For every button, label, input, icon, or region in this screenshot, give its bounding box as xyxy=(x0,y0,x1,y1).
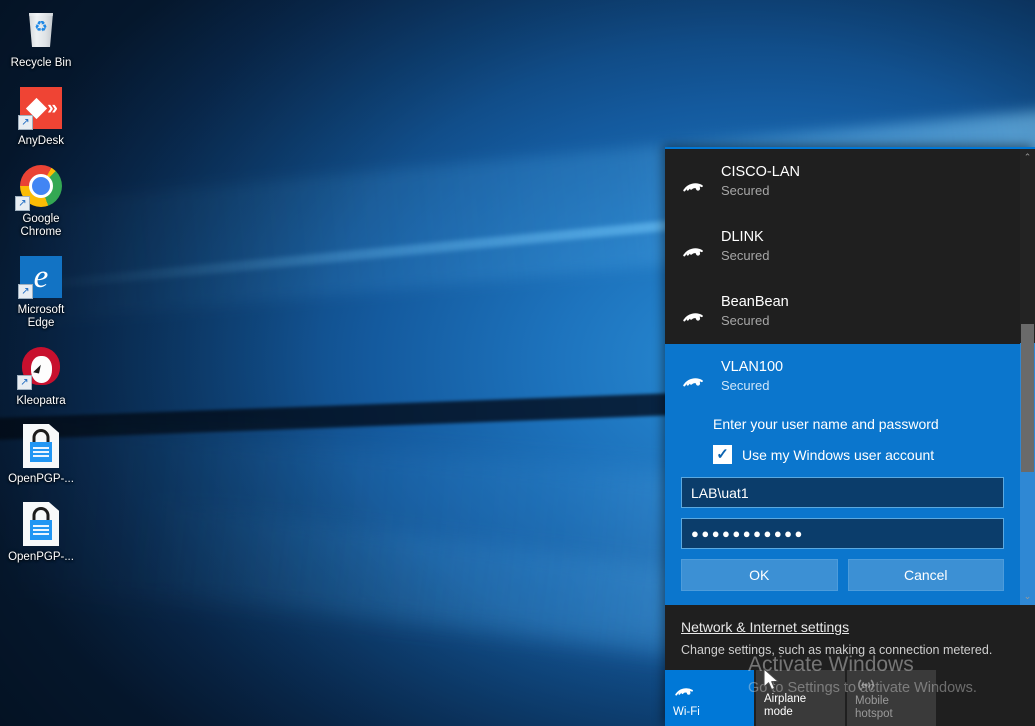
desktop-icon-anydesk[interactable]: » ↗ AnyDesk xyxy=(0,84,82,148)
openpgp-file-icon xyxy=(17,500,65,548)
quick-tile-label: Wi-Fi xyxy=(673,706,700,718)
network-item-cisco-lan[interactable]: CISCO-LAN Secured xyxy=(665,149,1020,214)
network-name: BeanBean xyxy=(721,294,789,310)
network-name: VLAN100 xyxy=(721,359,784,375)
network-status: Secured xyxy=(721,248,770,263)
ok-button[interactable]: OK xyxy=(681,559,838,591)
quick-tile-wifi[interactable]: Wi-Fi xyxy=(665,670,754,726)
network-item-dlink[interactable]: DLINK Secured xyxy=(665,214,1020,279)
desktop-icon-label: Kleopatra xyxy=(16,395,66,407)
desktop-icon-column: ♻ Recycle Bin » ↗ AnyDesk ↗ Google Chrom… xyxy=(0,6,82,578)
wifi-icon xyxy=(681,171,707,193)
scroll-up-icon[interactable]: ⌃ xyxy=(1020,149,1035,166)
network-item-vlan100-selected[interactable]: VLAN100 Secured Enter your user name and… xyxy=(665,344,1020,605)
use-windows-account-label: Use my Windows user account xyxy=(742,446,935,463)
network-internet-settings-description: Change settings, such as making a connec… xyxy=(681,643,993,657)
hotspot-icon xyxy=(855,677,928,695)
cancel-button[interactable]: Cancel xyxy=(847,559,1004,591)
network-list: CISCO-LAN Secured DLINK Secured BeanBean… xyxy=(665,149,1020,605)
network-name: CISCO-LAN xyxy=(721,164,800,180)
network-status: Secured xyxy=(721,378,770,393)
wifi-icon xyxy=(673,677,746,697)
shortcut-arrow-icon: ↗ xyxy=(18,115,33,130)
desktop-icon-google-chrome[interactable]: ↗ Google Chrome xyxy=(0,162,82,239)
network-scroll-area: CISCO-LAN Secured DLINK Secured BeanBean… xyxy=(665,149,1035,605)
flyout-footer: Network & Internet settings Change setti… xyxy=(665,605,1035,726)
desktop-icon-label: Microsoft Edge xyxy=(17,304,65,329)
password-input[interactable] xyxy=(681,518,1004,549)
google-chrome-icon: ↗ xyxy=(15,162,65,211)
desktop-icon-label: AnyDesk xyxy=(17,135,65,147)
kleopatra-icon: ↗ xyxy=(17,344,65,392)
network-flyout-panel: CISCO-LAN Secured DLINK Secured BeanBean… xyxy=(665,147,1035,726)
quick-tile-mobile-hotspot[interactable]: Mobile hotspot xyxy=(847,670,936,726)
credentials-form: Enter your user name and password ✓ Use … xyxy=(665,409,1020,591)
desktop-icon-kleopatra[interactable]: ↗ Kleopatra xyxy=(0,344,82,408)
airplane-icon xyxy=(764,677,837,693)
openpgp-file-icon xyxy=(17,422,65,470)
desktop-icon-openpgp-1[interactable]: OpenPGP-... xyxy=(0,422,82,486)
desktop-icon-label: OpenPGP-... xyxy=(8,473,74,485)
scrollbar-thumb[interactable] xyxy=(1021,324,1034,472)
credentials-button-row: OK Cancel xyxy=(681,559,1004,591)
quick-action-tiles: Wi-Fi Airplane mode Mobile hotspot xyxy=(665,670,936,726)
shortcut-arrow-icon: ↗ xyxy=(18,284,33,299)
credentials-prompt: Enter your user name and password xyxy=(713,416,939,432)
use-windows-account-checkbox[interactable]: ✓ xyxy=(713,445,732,464)
wifi-icon xyxy=(681,301,707,323)
quick-tile-airplane-mode[interactable]: Airplane mode xyxy=(756,670,845,726)
wifi-icon xyxy=(681,236,707,258)
scroll-down-icon[interactable]: ⌄ xyxy=(1020,588,1035,605)
network-item-beanbean[interactable]: BeanBean Secured xyxy=(665,279,1020,344)
username-input[interactable] xyxy=(681,477,1004,508)
desktop-icon-microsoft-edge[interactable]: e ↗ Microsoft Edge xyxy=(0,253,82,330)
shortcut-arrow-icon: ↗ xyxy=(17,375,32,390)
desktop-icon-label: Google Chrome xyxy=(20,213,62,238)
network-status: Secured xyxy=(721,183,770,198)
quick-tile-label: Airplane mode xyxy=(764,693,807,718)
desktop-icon-label: OpenPGP-... xyxy=(8,551,74,563)
wifi-icon xyxy=(681,366,707,388)
anydesk-icon: » ↗ xyxy=(17,84,65,132)
desktop-icon-label: Recycle Bin xyxy=(10,57,72,69)
microsoft-edge-icon: e ↗ xyxy=(17,253,65,301)
shortcut-arrow-icon: ↗ xyxy=(15,196,30,211)
network-status: Secured xyxy=(721,313,770,328)
selected-network-header: VLAN100 Secured xyxy=(665,344,1020,409)
network-internet-settings-link[interactable]: Network & Internet settings xyxy=(681,619,849,635)
desktop: ♻ Recycle Bin » ↗ AnyDesk ↗ Google Chrom… xyxy=(0,0,1035,726)
checkmark-icon: ✓ xyxy=(716,446,729,463)
recycle-bin-icon: ♻ xyxy=(17,6,65,54)
desktop-icon-openpgp-2[interactable]: OpenPGP-... xyxy=(0,500,82,564)
network-name: DLINK xyxy=(721,229,764,245)
desktop-icon-recycle-bin[interactable]: ♻ Recycle Bin xyxy=(0,6,82,70)
network-list-scrollbar[interactable]: ⌃ ⌄ xyxy=(1020,149,1035,605)
use-windows-account-row[interactable]: ✓ Use my Windows user account xyxy=(681,445,1004,477)
quick-tile-label: Mobile hotspot xyxy=(855,695,893,720)
